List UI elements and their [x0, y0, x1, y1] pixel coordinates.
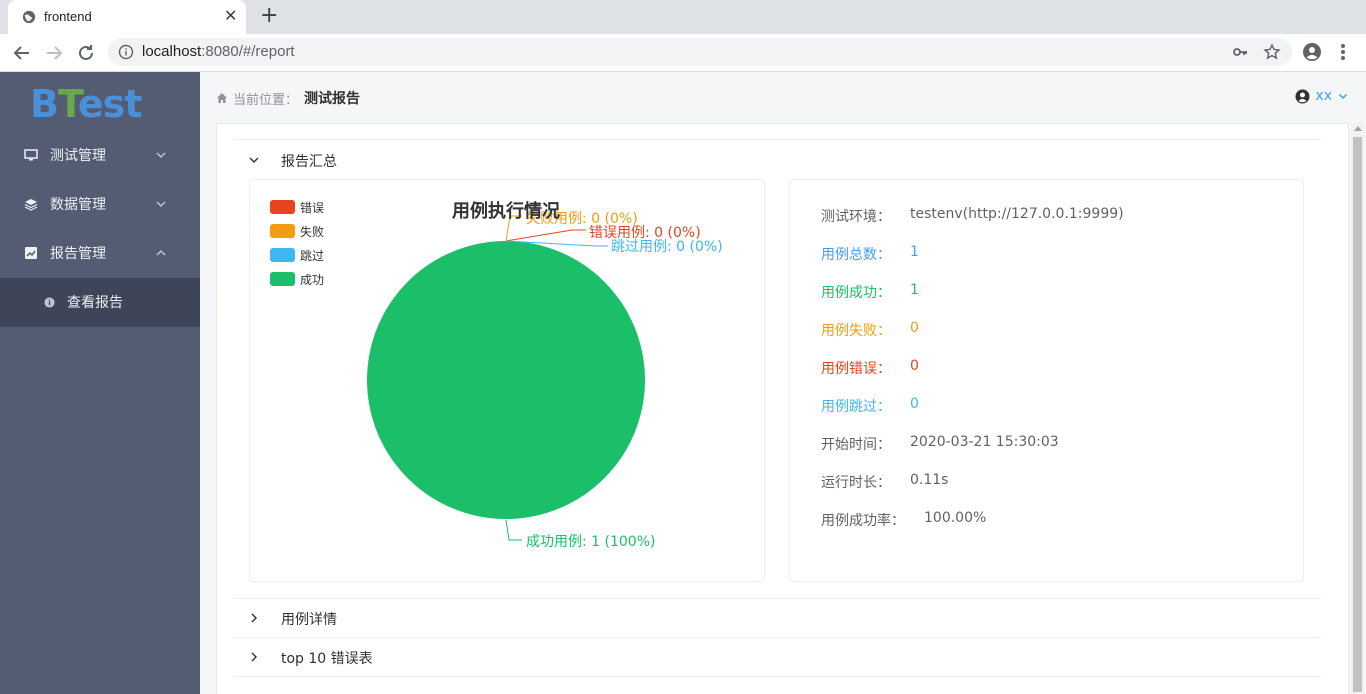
summary-label: 用例成功：	[821, 285, 891, 301]
chevron-right-icon	[251, 652, 257, 662]
close-icon[interactable]: ✕	[224, 7, 237, 25]
summary-value: 1	[910, 282, 919, 298]
chevron-down-icon	[1338, 93, 1348, 100]
breadcrumb: 当前位置： 测试报告	[216, 88, 360, 108]
summary-row-success: 用例成功： 1	[821, 282, 919, 302]
star-icon[interactable]	[1263, 43, 1281, 61]
main-content: 当前位置： 测试报告 xx 报告汇总 错误 失败 跳过 成功 失败用例: 0 (…	[200, 72, 1366, 694]
reload-icon[interactable]	[74, 41, 98, 65]
summary-row-env: 测试环境： testenv(http://127.0.0.1:9999)	[821, 206, 1124, 226]
collapse-summary-header[interactable]: 报告汇总	[233, 141, 1321, 179]
sidebar-item-test-management[interactable]: 测试管理	[0, 131, 200, 180]
logo: BTest	[30, 82, 143, 126]
new-tab-icon[interactable]: +	[260, 5, 278, 27]
breadcrumb-label: 当前位置：	[233, 92, 299, 108]
info-circle-icon	[44, 297, 55, 308]
browser-toolbar: localhost:8080/#/report	[0, 34, 1366, 72]
summary-row-duration: 运行时长： 0.11s	[821, 472, 948, 492]
summary-label: 用例跳过：	[821, 399, 891, 415]
section-title: 用例详情	[281, 612, 337, 628]
chart-title: 用例执行情况	[452, 201, 560, 222]
chart-card: 错误 失败 跳过 成功 失败用例: 0 (0%) 错误用例: 0 (0%) 跳过…	[249, 179, 765, 582]
summary-label: 用例错误：	[821, 361, 891, 377]
summary-row-total: 用例总数： 1	[821, 244, 919, 264]
back-arrow-icon[interactable]	[10, 41, 34, 65]
info-icon[interactable]	[118, 44, 134, 60]
monitor-icon	[24, 149, 38, 161]
more-vert-icon[interactable]	[1340, 43, 1346, 61]
label-line-success	[505, 519, 522, 541]
url-path: :8080/#/report	[201, 43, 295, 60]
summary-label: 测试环境：	[821, 209, 891, 225]
logo-t: T	[57, 82, 79, 126]
label-line-error	[505, 229, 586, 242]
summary-value: 100.00%	[924, 510, 987, 526]
url-host: localhost	[142, 43, 202, 60]
summary-row-error: 用例错误： 0	[821, 358, 919, 378]
layers-icon	[24, 199, 38, 211]
section-title: top 10 错误表	[281, 651, 373, 667]
divider	[233, 676, 1321, 677]
sidebar-item-label: 测试管理	[50, 148, 106, 164]
key-icon[interactable]	[1232, 44, 1248, 60]
summary-label: 用例成功率：	[821, 513, 905, 529]
chart-square-icon	[25, 247, 37, 259]
scroll-thumb[interactable]	[1353, 137, 1362, 692]
collapse-details-header[interactable]: 用例详情	[233, 599, 1321, 637]
summary-value: 0.11s	[910, 472, 949, 488]
globe-icon	[22, 10, 36, 24]
sidebar-subitem-label: 查看报告	[67, 295, 123, 311]
scrollbar[interactable]	[1351, 123, 1364, 694]
user-menu[interactable]: xx	[1295, 88, 1348, 104]
address-bar[interactable]: localhost:8080/#/report	[108, 38, 1292, 66]
chevron-down-icon	[249, 157, 259, 163]
sidebar-item-data-management[interactable]: 数据管理	[0, 180, 200, 229]
section-title: 报告汇总	[281, 154, 337, 170]
tab-title: frontend	[44, 9, 92, 24]
summary-value: 0	[910, 358, 919, 374]
sidebar-item-report-management[interactable]: 报告管理	[0, 229, 200, 278]
summary-value: 2020-03-21 15:30:03	[910, 434, 1059, 450]
sidebar-item-label: 数据管理	[50, 197, 106, 213]
pie-label-skip: 跳过用例: 0 (0%)	[611, 239, 723, 255]
home-icon	[217, 93, 227, 103]
chevron-down-icon	[156, 152, 166, 159]
url-text[interactable]: localhost:8080/#/report	[142, 43, 295, 60]
page-title: 测试报告	[304, 91, 361, 107]
summary-row-start: 开始时间： 2020-03-21 15:30:03	[821, 434, 1059, 454]
browser-tab-bar: frontend ✕ +	[0, 0, 1366, 34]
summary-card: 测试环境： testenv(http://127.0.0.1:9999) 用例总…	[789, 179, 1304, 582]
user-circle-icon	[1295, 89, 1310, 103]
logo-b: B	[30, 82, 59, 126]
summary-row-rate: 用例成功率： 100.00%	[821, 510, 986, 530]
pie-slice-成功[interactable]	[367, 241, 645, 519]
summary-value: testenv(http://127.0.0.1:9999)	[910, 206, 1124, 222]
summary-label: 运行时长：	[821, 475, 891, 491]
summary-row-fail: 用例失败： 0	[821, 320, 919, 340]
sidebar: BTest 测试管理 数据管理 报告管理 查看报告	[0, 72, 200, 694]
divider	[233, 139, 1321, 140]
chevron-down-icon	[156, 201, 166, 208]
sidebar-item-label: 报告管理	[50, 246, 106, 262]
summary-value: 0	[910, 396, 919, 412]
collapse-top-errors-header[interactable]: top 10 错误表	[233, 638, 1321, 676]
summary-row-skip: 用例跳过： 0	[821, 396, 919, 416]
summary-label: 用例失败：	[821, 323, 891, 339]
pie-chart: 失败用例: 0 (0%) 错误用例: 0 (0%) 跳过用例: 0 (0%) 成…	[367, 211, 723, 550]
chevron-up-icon	[156, 249, 166, 256]
browser-tab[interactable]: frontend ✕	[8, 0, 246, 34]
logo-rest: est	[77, 82, 143, 126]
pie-label-success: 成功用例: 1 (100%)	[526, 534, 655, 550]
summary-label: 用例总数：	[821, 247, 891, 263]
summary-value: 0	[910, 320, 919, 336]
user-name: xx	[1315, 88, 1332, 104]
sidebar-subitem-view-report[interactable]: 查看报告	[0, 278, 200, 327]
chevron-right-icon	[251, 613, 257, 623]
summary-label: 开始时间：	[821, 437, 891, 453]
scroll-up-arrow[interactable]	[1354, 126, 1362, 131]
report-panel: 报告汇总 错误 失败 跳过 成功 失败用例: 0 (0%) 错误用例: 0 (0…	[216, 123, 1349, 694]
summary-value: 1	[910, 244, 919, 260]
account-icon[interactable]	[1302, 42, 1322, 62]
forward-arrow-icon[interactable]	[42, 41, 66, 65]
